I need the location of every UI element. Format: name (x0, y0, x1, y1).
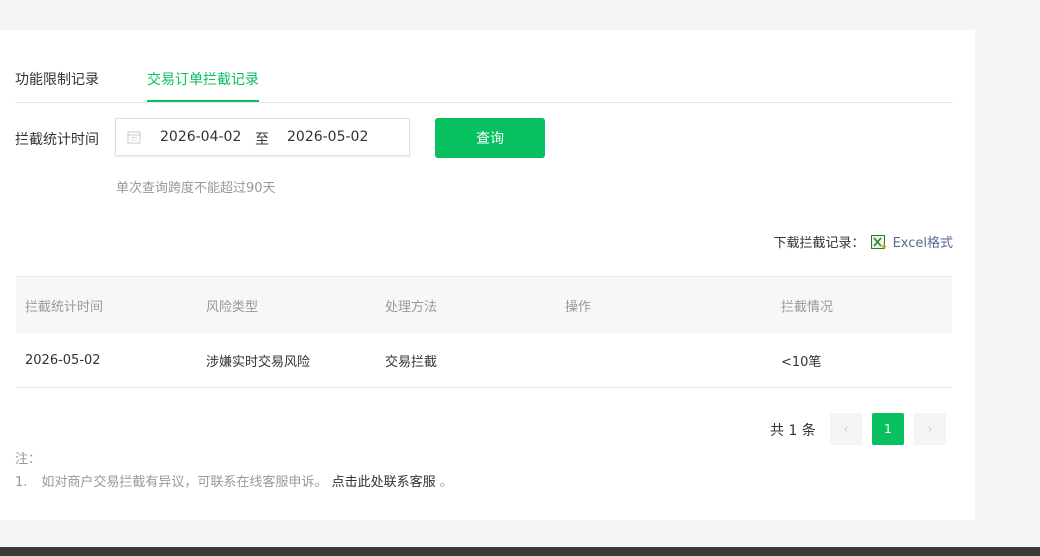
cell-risk-type: 涉嫌实时交易风险 (206, 354, 311, 370)
header-risk-type: 风险类型 (206, 299, 259, 315)
note-item: 1. 如对商户交易拦截有异议，可联系在线客服申诉。 点击此处联系客服 。 (15, 471, 453, 490)
cell-interception-status: <10笔 (781, 354, 822, 370)
tab-bar: 功能限制记录 交易订单拦截记录 (15, 30, 953, 103)
header-handling-method: 处理方法 (385, 299, 438, 315)
main-panel: 功能限制记录 交易订单拦截记录 拦截统计时间 2026-04-02 至 2026… (0, 30, 975, 520)
header-operation: 操作 (565, 299, 592, 315)
excel-download-link[interactable]: Excel格式 (893, 232, 953, 251)
contact-support-link[interactable]: 点击此处联系客服 (332, 475, 436, 490)
table-row: 2026-05-02 涉嫌实时交易风险 交易拦截 <10笔 (16, 333, 952, 388)
download-records: 下载拦截记录： Excel格式 (774, 232, 953, 251)
header-interception-status: 拦截情况 (781, 299, 834, 315)
note-suffix: 。 (435, 475, 453, 490)
prev-page-button[interactable]: ‹ (830, 413, 862, 445)
tab-order-interception-records[interactable]: 交易订单拦截记录 (147, 70, 259, 102)
bottom-bar (0, 547, 1040, 556)
note-text: 如对商户交易拦截有异议，可联系在线客服申诉。 (41, 475, 328, 490)
query-button[interactable]: 查询 (435, 118, 545, 158)
next-page-button[interactable]: › (914, 413, 946, 445)
table-header: 拦截统计时间 风险类型 处理方法 操作 拦截情况 (16, 276, 952, 333)
total-count: 共 1 条 (770, 423, 816, 439)
date-separator: 至 (255, 132, 269, 148)
date-range-picker[interactable]: 2026-04-02 至 2026-05-02 (115, 118, 410, 156)
tab-function-restriction-records[interactable]: 功能限制记录 (15, 70, 99, 102)
filter-label: 拦截统计时间 (15, 132, 99, 148)
calendar-icon (127, 131, 141, 144)
download-label: 下载拦截记录： (773, 236, 865, 251)
chevron-right-icon: › (927, 422, 933, 436)
date-range-hint: 单次查询跨度不能超过90天 (116, 181, 276, 196)
chevron-left-icon: ‹ (843, 422, 849, 436)
header-interception-time: 拦截统计时间 (25, 299, 104, 315)
start-date-input[interactable]: 2026-04-02 (160, 129, 241, 145)
cell-handling-method: 交易拦截 (385, 354, 438, 370)
excel-icon[interactable] (870, 234, 887, 249)
page-number-button[interactable]: 1 (872, 413, 904, 445)
notes-title: 注： (15, 452, 42, 467)
cell-interception-time: 2026-05-02 (25, 352, 101, 368)
interception-table: 拦截统计时间 风险类型 处理方法 操作 拦截情况 2026-05-02 涉嫌实时… (16, 276, 952, 388)
note-number: 1. (15, 475, 28, 490)
end-date-input[interactable]: 2026-05-02 (287, 129, 368, 145)
